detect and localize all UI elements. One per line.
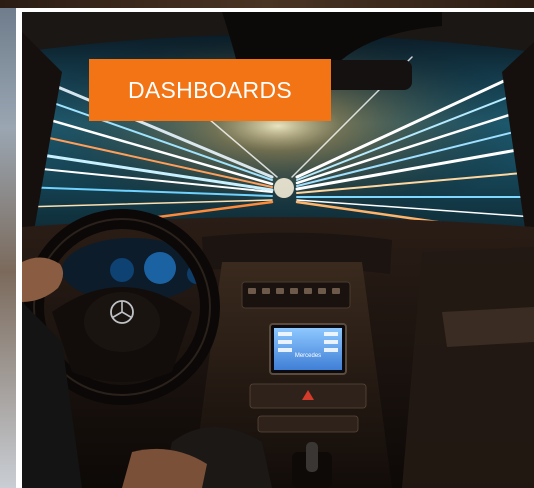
dashboards-label[interactable]: DASHBOARDS [89, 59, 331, 121]
top-photo-edge [0, 0, 534, 8]
dashboards-tile[interactable]: Mercedes DASHBOARDS [22, 12, 534, 488]
adjacent-photo-tile[interactable] [0, 8, 16, 488]
screen-brand-text: Mercedes [295, 353, 321, 359]
